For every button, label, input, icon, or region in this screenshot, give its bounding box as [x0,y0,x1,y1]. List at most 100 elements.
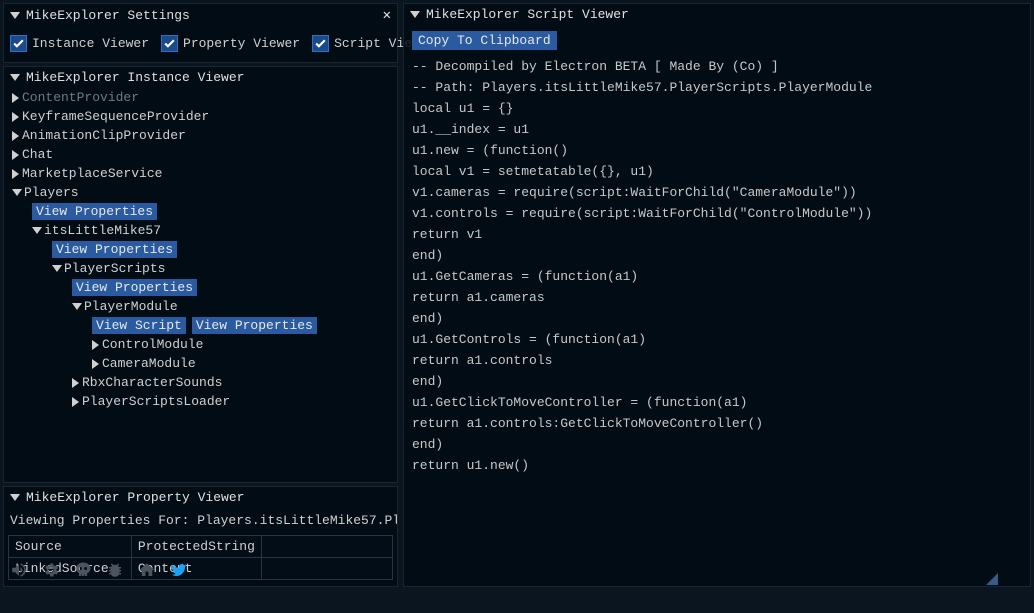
close-icon[interactable]: ✕ [383,7,391,24]
chevron-right-icon[interactable] [12,112,19,122]
checkbox-property-viewer[interactable]: Property Viewer [161,35,300,52]
code-line: u1.__index = u1 [412,119,1022,140]
tree-row[interactable]: ContentProvider [8,88,393,107]
tree-row[interactable]: PlayerModule [8,297,393,316]
code-line: u1.new = (function() [412,140,1022,161]
view-properties-button[interactable]: View Properties [192,317,317,334]
checkbox-icon[interactable] [312,35,329,52]
code-line: -- Path: Players.itsLittleMike57.PlayerS… [412,77,1022,98]
code-line: end) [412,434,1022,455]
tree-item-label: AnimationClipProvider [22,127,186,144]
chevron-down-icon [10,494,20,501]
script-viewer-panel: MikeExplorer Script Viewer Copy To Clipb… [403,3,1031,587]
gear-icon[interactable] [40,559,62,581]
tree-row[interactable]: View Script View Properties [8,316,393,335]
tree-item-label: PlayerScripts [64,260,165,277]
tree-item-label: MarketplaceService [22,165,162,182]
tree-row[interactable]: Chat [8,145,393,164]
tree-item-label: itsLittleMike57 [44,222,161,239]
home-icon[interactable] [136,559,158,581]
resize-handle-icon[interactable] [984,571,998,585]
tree-row[interactable]: Players [8,183,393,202]
tree-row[interactable]: MarketplaceService [8,164,393,183]
property-viewer-header[interactable]: MikeExplorer Property Viewer [4,487,397,508]
chevron-down-icon[interactable] [32,227,42,234]
code-line: v1.cameras = require(script:WaitForChild… [412,182,1022,203]
chevron-down-icon[interactable] [12,189,22,196]
tree-row[interactable]: KeyframeSequenceProvider [8,107,393,126]
checkbox-label: Instance Viewer [32,36,149,51]
chevron-right-icon[interactable] [72,397,79,407]
code-line: end) [412,371,1022,392]
code-line: u1.GetControls = (function(a1) [412,329,1022,350]
tree-row[interactable]: RbxCharacterSounds [8,373,393,392]
instance-viewer-title: MikeExplorer Instance Viewer [26,70,244,85]
property-description: Viewing Properties For: Players.itsLittl… [4,508,397,533]
tree-row[interactable]: itsLittleMike57 [8,221,393,240]
chevron-right-icon[interactable] [12,131,19,141]
view-properties-button[interactable]: View Properties [52,241,177,258]
tree-row[interactable]: AnimationClipProvider [8,126,393,145]
script-viewer-title: MikeExplorer Script Viewer [426,7,629,22]
instance-viewer-header[interactable]: MikeExplorer Instance Viewer [4,67,397,88]
tree-item-label: Chat [22,146,53,163]
code-line: local v1 = setmetatable({}, u1) [412,161,1022,182]
property-value [261,558,392,580]
tree-item-label: Players [24,184,79,201]
twitter-icon[interactable] [168,559,190,581]
code-line: local u1 = {} [412,98,1022,119]
chevron-right-icon[interactable] [92,359,99,369]
tree-row[interactable]: View Properties [8,202,393,221]
code-line: u1.GetClickToMoveController = (function(… [412,392,1022,413]
settings-title: MikeExplorer Settings [26,8,190,23]
chevron-right-icon[interactable] [92,340,99,350]
instance-tree[interactable]: ContentProviderKeyframeSequenceProvider A… [4,88,397,482]
script-body: Copy To Clipboard -- Decompiled by Elect… [404,25,1030,586]
tree-row[interactable]: View Properties [8,278,393,297]
checkbox-icon[interactable] [161,35,178,52]
chevron-right-icon[interactable] [72,378,79,388]
tree-item-label: RbxCharacterSounds [82,374,222,391]
copy-to-clipboard-button[interactable]: Copy To Clipboard [412,31,557,50]
code-line: return u1.new() [412,455,1022,476]
tree-row[interactable]: PlayerScripts [8,259,393,278]
chevron-right-icon[interactable] [12,150,19,160]
tree-item-label: PlayerModule [84,298,178,315]
checkbox-icon[interactable] [10,35,27,52]
tree-row[interactable]: PlayerScriptsLoader [8,392,393,411]
code-line: return a1.cameras [412,287,1022,308]
checkbox-instance-viewer[interactable]: Instance Viewer [10,35,149,52]
tree-item-label: KeyframeSequenceProvider [22,108,209,125]
tree-item-label: PlayerScriptsLoader [82,393,230,410]
tree-row[interactable]: View Properties [8,240,393,259]
tree-row[interactable]: ControlModule [8,335,393,354]
bottom-toolbar [8,559,190,581]
code-line: return a1.controls:GetClickToMoveControl… [412,413,1022,434]
skull-icon[interactable] [72,559,94,581]
tree-item-label: CameraModule [102,355,196,372]
view-script-button[interactable]: View Script [92,317,186,334]
chevron-down-icon[interactable] [52,265,62,272]
chevron-right-icon[interactable] [12,93,19,103]
code-line: u1.GetCameras = (function(a1) [412,266,1022,287]
script-viewer-header[interactable]: MikeExplorer Script Viewer [404,4,1030,25]
table-row[interactable]: SourceProtectedString [9,536,393,558]
chevron-down-icon [10,12,20,19]
chevron-down-icon[interactable] [72,303,82,310]
code-line: end) [412,308,1022,329]
code-line: return a1.controls [412,350,1022,371]
instance-viewer-panel: MikeExplorer Instance Viewer ContentProv… [3,66,398,483]
bug-icon[interactable] [104,559,126,581]
chevron-down-icon [410,11,420,18]
view-properties-button[interactable]: View Properties [72,279,197,296]
settings-header[interactable]: MikeExplorer Settings ✕ [4,4,397,27]
checkbox-label: Property Viewer [183,36,300,51]
tree-row[interactable]: CameraModule [8,354,393,373]
chevron-right-icon[interactable] [12,169,19,179]
code-line: end) [412,245,1022,266]
property-viewer-title: MikeExplorer Property Viewer [26,490,244,505]
volume-icon[interactable] [8,559,30,581]
view-properties-button[interactable]: View Properties [32,203,157,220]
property-value [261,536,392,558]
property-type: ProtectedString [131,536,261,558]
